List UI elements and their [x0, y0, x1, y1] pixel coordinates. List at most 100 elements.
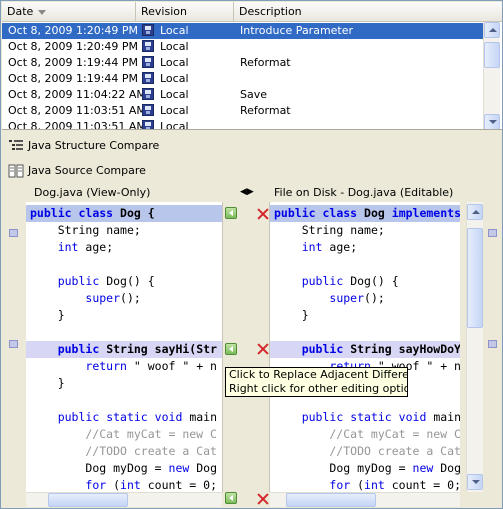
local-disk-icon — [142, 88, 154, 100]
right-source-pane[interactable]: public class Dog implements String name;… — [270, 202, 460, 492]
diff-marker[interactable] — [9, 340, 18, 348]
right-horizontal-scrollbar[interactable] — [270, 492, 460, 507]
code-line: //Cat myCat = new C — [30, 427, 217, 441]
scroll-thumb[interactable] — [484, 42, 500, 68]
code-line: } — [274, 308, 309, 322]
code-line: //TODO create a Cat — [274, 444, 460, 458]
column-date-label: Date — [7, 5, 34, 18]
tooltip-line-2: Right click for other editing options — [229, 382, 408, 395]
local-disk-icon — [142, 104, 154, 116]
code-line: } — [30, 308, 65, 322]
history-description: Introduce Parameter — [240, 24, 354, 37]
column-description[interactable]: Description — [234, 2, 502, 21]
left-file-title: Dog.java (View-Only) — [34, 186, 151, 199]
history-revision: Local — [142, 119, 189, 129]
scroll-thumb[interactable] — [467, 228, 483, 328]
java-source-compare-row[interactable]: Java Source Compare — [2, 159, 502, 183]
compare-scrollbar[interactable] — [466, 202, 483, 492]
code-line: String name; — [301, 223, 385, 237]
local-disk-icon — [142, 40, 154, 52]
tooltip-line-1: Click to Replace Adjacent Difference — [229, 368, 408, 381]
history-row[interactable]: Oct 8, 2009 11:03:51 AM Local — [2, 119, 483, 130]
code-line: String name; — [57, 223, 141, 237]
local-disk-icon — [142, 24, 154, 36]
column-revision[interactable]: Revision — [136, 2, 234, 21]
code-line: Dog myDog = new Dog — [329, 461, 460, 475]
remove-difference-icon[interactable] — [257, 343, 269, 355]
diff-marker[interactable] — [9, 229, 18, 237]
scroll-thumb[interactable] — [48, 493, 128, 507]
local-disk-icon — [142, 72, 154, 84]
history-row[interactable]: Oct 8, 2009 1:20:49 PM Local — [2, 39, 483, 55]
history-date: Oct 8, 2009 11:04:22 AM — [8, 88, 146, 101]
revision-label: Local — [160, 56, 189, 69]
code-line: public String sayHowDoY — [301, 342, 460, 356]
left-horizontal-scrollbar[interactable] — [26, 492, 222, 507]
scroll-down-button[interactable] — [484, 114, 500, 129]
revision-label: Local — [160, 24, 189, 37]
scroll-down-button[interactable] — [467, 474, 483, 490]
remove-difference-icon[interactable] — [257, 208, 269, 220]
diff-marker[interactable] — [488, 229, 497, 237]
history-revision: Local — [142, 23, 189, 39]
replace-difference-icon[interactable] — [225, 492, 237, 504]
right-file-title: File on Disk - Dog.java (Editable) — [274, 186, 454, 199]
swap-arrows-icon[interactable]: ◀▶ — [240, 187, 254, 197]
code-line: int age; — [301, 240, 358, 254]
compare-header: Dog.java (View-Only) ◀▶ File on Disk - D… — [2, 184, 502, 202]
replace-difference-tooltip: Click to Replace Adjacent Difference Rig… — [225, 367, 408, 397]
source-compare-icon — [8, 164, 24, 178]
local-disk-icon — [142, 56, 154, 68]
left-diff-gutter — [2, 202, 26, 492]
code-line: public Dog() { — [301, 274, 399, 288]
scroll-thumb[interactable] — [286, 493, 376, 507]
revision-label: Local — [160, 88, 189, 101]
revision-label: Local — [160, 72, 189, 85]
code-line: Dog myDog = new Dog — [85, 461, 218, 475]
history-row[interactable]: Oct 8, 2009 1:20:49 PM Local Introduce Par… — [2, 23, 483, 39]
history-scrollbar[interactable] — [483, 22, 500, 129]
history-revision: Local — [142, 87, 189, 103]
column-revision-label: Revision — [141, 5, 187, 18]
local-disk-icon — [142, 120, 154, 129]
history-description: Reformat — [240, 104, 291, 117]
remove-difference-icon[interactable] — [257, 493, 269, 505]
code-line: for (int count = 0; — [329, 478, 460, 492]
right-diff-gutter — [484, 202, 502, 492]
code-line: public Dog() { — [57, 274, 155, 288]
history-table: Date Revision Description Oct 8, 2009 1:… — [2, 2, 502, 130]
code-line: public class Dog implements — [274, 206, 460, 220]
column-date[interactable]: Date — [2, 2, 136, 21]
scroll-up-button[interactable] — [484, 22, 500, 38]
code-line: //Cat myCat = new C — [274, 427, 460, 441]
history-table-header: Date Revision Description — [2, 2, 502, 22]
history-revision: Local — [142, 55, 189, 71]
code-line: public static void main — [301, 410, 460, 424]
history-date: Oct 8, 2009 1:19:44 PM — [8, 56, 139, 69]
history-date: Oct 8, 2009 1:20:49 PM — [8, 40, 139, 53]
sort-descending-icon — [38, 9, 47, 15]
history-row[interactable]: Oct 8, 2009 1:19:44 PM Local — [2, 71, 483, 87]
history-row[interactable]: Oct 8, 2009 1:19:44 PM Local Reformat — [2, 55, 483, 71]
code-line: //TODO create a Cat — [30, 444, 217, 458]
replace-difference-icon[interactable] — [225, 343, 237, 355]
history-date: Oct 8, 2009 11:03:51 AM — [8, 104, 146, 117]
revision-label: Local — [160, 40, 189, 53]
middle-diff-gutter — [222, 202, 270, 504]
diff-marker[interactable] — [488, 340, 497, 348]
column-description-label: Description — [239, 5, 302, 18]
code-line: } — [30, 376, 65, 390]
scroll-up-button[interactable] — [467, 204, 483, 220]
left-source-pane[interactable]: public class Dog { String name; int age;… — [26, 202, 222, 492]
code-line: public String sayHi(Str — [57, 342, 218, 356]
code-line: super(); — [85, 291, 141, 305]
history-row[interactable]: Oct 8, 2009 11:03:51 AM Local Reformat — [2, 103, 483, 119]
history-description: Save — [240, 88, 268, 101]
history-date: Oct 8, 2009 11:03:51 AM — [8, 120, 146, 130]
java-source-compare-label: Java Source Compare — [28, 164, 146, 177]
history-date: Oct 8, 2009 1:20:49 PM — [8, 24, 139, 37]
replace-difference-icon[interactable] — [225, 207, 237, 219]
code-line: for (int count = 0; — [85, 478, 217, 492]
java-structure-compare-row[interactable]: Java Structure Compare — [2, 134, 502, 158]
history-row[interactable]: Oct 8, 2009 11:04:22 AM Local Save — [2, 87, 483, 103]
